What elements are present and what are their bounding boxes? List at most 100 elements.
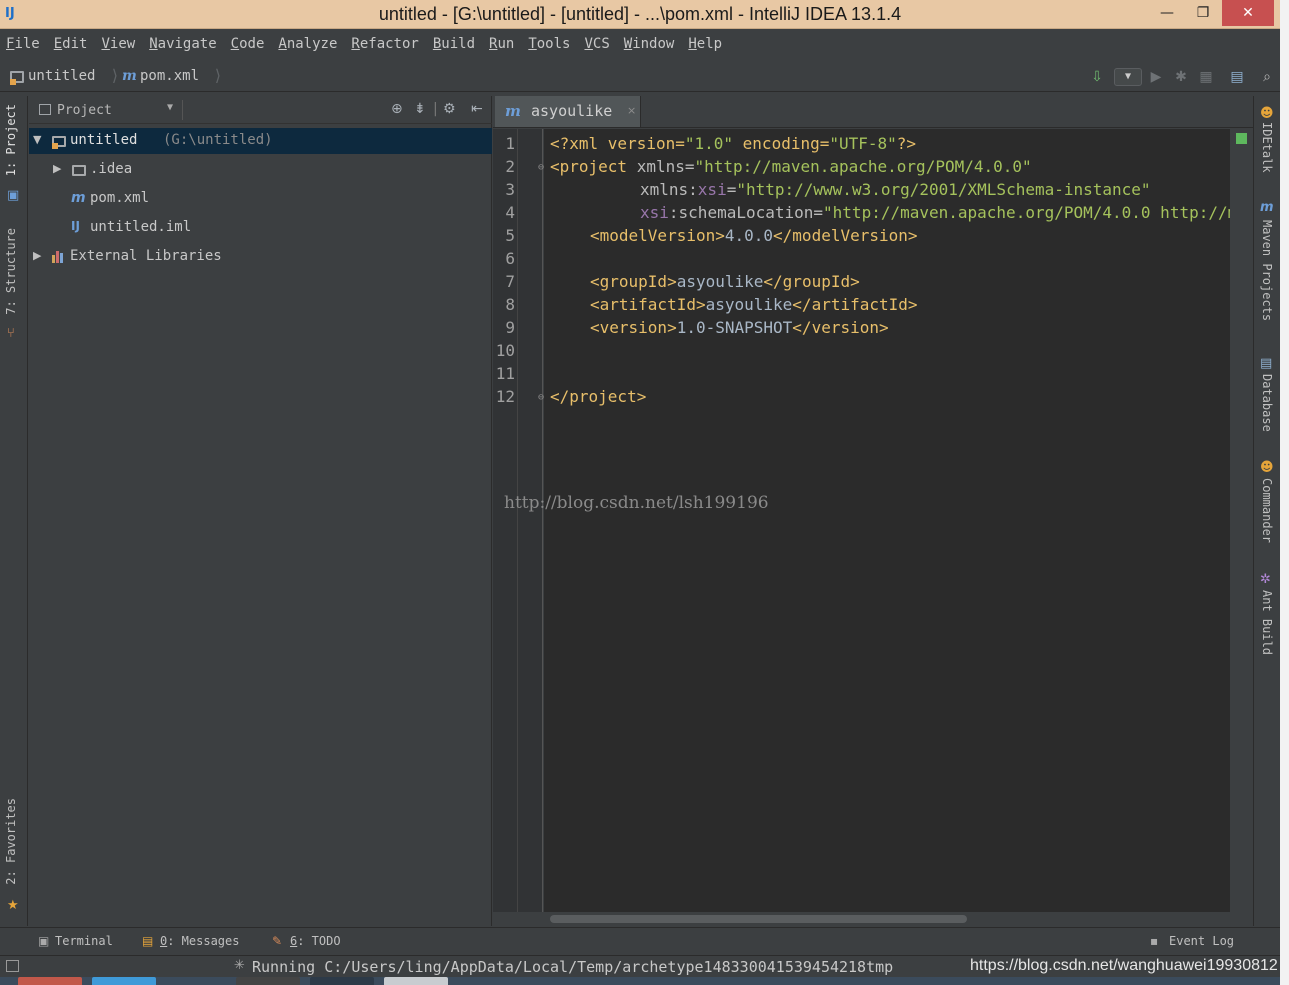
tab-terminal[interactable]: Terminal bbox=[55, 934, 113, 948]
todo-icon: ✎ bbox=[272, 934, 283, 948]
menu-analyze[interactable]: Analyze bbox=[278, 36, 337, 52]
close-tab-icon[interactable]: × bbox=[627, 104, 636, 117]
taskbar-app[interactable] bbox=[310, 977, 374, 985]
status-message[interactable]: Running C:/Users/ling/AppData/Local/Temp… bbox=[252, 958, 893, 976]
error-stripe bbox=[1231, 129, 1252, 912]
tab-project[interactable]: 1: Project bbox=[4, 104, 18, 176]
menu-run[interactable]: Run bbox=[489, 36, 514, 52]
tab-idetalk[interactable]: IDEtalk bbox=[1260, 122, 1274, 173]
window-title: untitled - [G:\untitled] - [untitled] - … bbox=[378, 4, 902, 24]
menu-window[interactable]: Window bbox=[624, 36, 675, 52]
menu-vcs[interactable]: VCS bbox=[584, 36, 609, 52]
folder-icon bbox=[72, 165, 86, 176]
tree-item-path-hint: (G:\untitled) bbox=[163, 132, 273, 148]
status-bar: ✳ Running C:/Users/ling/AppData/Local/Te… bbox=[0, 955, 1280, 977]
watermark-text: http://blog.csdn.net/lsh199196 bbox=[504, 493, 769, 513]
hide-panel-icon[interactable]: ⇤ bbox=[471, 101, 483, 117]
database-icon: ▤ bbox=[1260, 356, 1273, 371]
taskbar-app[interactable] bbox=[236, 977, 300, 985]
menu-help[interactable]: Help bbox=[688, 36, 722, 52]
os-taskbar bbox=[0, 977, 1280, 985]
toggle-tool-windows-icon[interactable] bbox=[6, 960, 19, 972]
tab-ant-build[interactable]: Ant Build bbox=[1260, 590, 1274, 655]
line-number: 9 bbox=[505, 318, 515, 337]
tree-item-pom[interactable]: m pom.xml bbox=[29, 186, 492, 212]
no-errors-indicator[interactable] bbox=[1236, 133, 1247, 144]
taskbar-app[interactable] bbox=[18, 977, 82, 985]
collapse-arrow-icon[interactable]: ▶ bbox=[33, 249, 41, 262]
code-token: xmlns= bbox=[627, 157, 695, 176]
menu-refactor[interactable]: Refactor bbox=[351, 36, 418, 52]
event-log-icon: ▪ bbox=[1150, 934, 1159, 948]
menu-code[interactable]: Code bbox=[231, 36, 265, 52]
line-number: 7 bbox=[505, 272, 515, 291]
taskbar-app[interactable] bbox=[384, 977, 448, 985]
code-token: "http://www.w3.org/2001/XMLSchema-instan… bbox=[736, 180, 1151, 199]
menu-file[interactable]: File bbox=[6, 36, 40, 52]
code-token: "http://maven.apache.org/POM/4.0.0 http:… bbox=[823, 203, 1230, 222]
commander-icon: ☻ bbox=[1260, 460, 1274, 475]
module-folder-icon bbox=[10, 71, 24, 85]
module-folder-icon bbox=[52, 136, 66, 149]
run-configuration-dropdown[interactable]: ▼ bbox=[1114, 68, 1142, 86]
minimize-button[interactable]: — bbox=[1150, 0, 1184, 26]
code-token: xmlns: bbox=[640, 180, 698, 199]
editor-tab-bar: m asyoulike × bbox=[493, 96, 1253, 128]
line-number: 5 bbox=[505, 226, 515, 245]
gear-icon[interactable]: ⚙ bbox=[443, 101, 456, 117]
maximize-button[interactable]: ❐ bbox=[1186, 0, 1220, 26]
maven-file-icon: m bbox=[122, 68, 137, 84]
menu-navigate[interactable]: Navigate bbox=[149, 36, 216, 52]
breadcrumb-file[interactable]: pom.xml bbox=[140, 68, 199, 84]
debug-icon[interactable]: ✱ bbox=[1172, 68, 1190, 86]
code-editor[interactable]: <?xml version="1.0" encoding="UTF-8"?> <… bbox=[544, 129, 1230, 912]
tab-commander[interactable]: Commander bbox=[1260, 478, 1274, 543]
tab-database[interactable]: Database bbox=[1260, 374, 1274, 432]
make-project-icon[interactable]: ⇩ bbox=[1088, 68, 1106, 86]
collapse-arrow-icon[interactable]: ▶ bbox=[53, 162, 61, 175]
project-structure-icon[interactable]: ▤ bbox=[1228, 68, 1246, 86]
menu-build[interactable]: Build bbox=[433, 36, 475, 52]
code-token: 1.0-SNAPSHOT bbox=[676, 318, 793, 337]
editor-tab-asyoulike[interactable]: m asyoulike × bbox=[495, 96, 641, 127]
tree-item-label: pom.xml bbox=[90, 190, 150, 206]
coverage-icon[interactable]: ▦ bbox=[1197, 68, 1215, 86]
menu-tools[interactable]: Tools bbox=[528, 36, 570, 52]
structure-tool-icon: ⑂ bbox=[7, 326, 15, 341]
tab-messages[interactable]: 0: Messages bbox=[160, 934, 239, 948]
iml-file-icon: IJ bbox=[71, 219, 80, 233]
watermark-url: https://blog.csdn.net/wanghuawei19930812 bbox=[970, 957, 1278, 974]
code-token: "http://maven.apache.org/POM/4.0.0" bbox=[694, 157, 1032, 176]
tab-structure[interactable]: 7: Structure bbox=[4, 228, 18, 315]
chevron-down-icon: ▼ bbox=[1124, 71, 1132, 82]
tab-favorites[interactable]: 2: Favorites bbox=[4, 798, 18, 885]
divider: | bbox=[433, 101, 438, 117]
code-token: 4.0.0 bbox=[724, 226, 774, 245]
line-number: 8 bbox=[505, 295, 515, 314]
menu-view[interactable]: View bbox=[101, 36, 135, 52]
tree-item-untitled[interactable]: ▼ untitled (G:\untitled) bbox=[29, 128, 492, 154]
tree-item-idea[interactable]: ▶ .idea bbox=[29, 157, 492, 183]
tree-item-external-libraries[interactable]: ▶ External Libraries bbox=[29, 244, 492, 270]
search-icon[interactable]: ⌕ bbox=[1258, 68, 1276, 86]
tab-event-log[interactable]: Event Log bbox=[1169, 934, 1234, 948]
tree-item-iml[interactable]: IJ untitled.iml bbox=[29, 215, 492, 241]
idetalk-icon: ☻ bbox=[1260, 106, 1274, 121]
scrollbar-thumb[interactable] bbox=[550, 915, 967, 923]
menu-bar: File Edit View Navigate Code Analyze Ref… bbox=[0, 30, 1280, 58]
line-number: 12 bbox=[495, 387, 515, 406]
collapse-all-icon[interactable]: ⇟ bbox=[414, 101, 426, 117]
run-icon[interactable]: ▶ bbox=[1148, 68, 1164, 86]
expand-arrow-icon[interactable]: ▼ bbox=[33, 133, 41, 146]
tab-maven-projects[interactable]: Maven Projects bbox=[1260, 220, 1274, 321]
code-token: </modelVersion> bbox=[773, 226, 918, 245]
taskbar-app[interactable] bbox=[92, 977, 156, 985]
breadcrumb-project[interactable]: untitled bbox=[28, 68, 95, 84]
chevron-down-icon[interactable]: ▼ bbox=[167, 102, 173, 113]
project-view-selector[interactable]: Project bbox=[57, 103, 112, 118]
code-token: asyoulike bbox=[705, 295, 793, 314]
close-button[interactable]: ✕ bbox=[1222, 0, 1274, 26]
tab-todo[interactable]: 6: TODO bbox=[290, 934, 341, 948]
scroll-from-source-icon[interactable]: ⊕ bbox=[391, 101, 403, 117]
menu-edit[interactable]: Edit bbox=[54, 36, 88, 52]
